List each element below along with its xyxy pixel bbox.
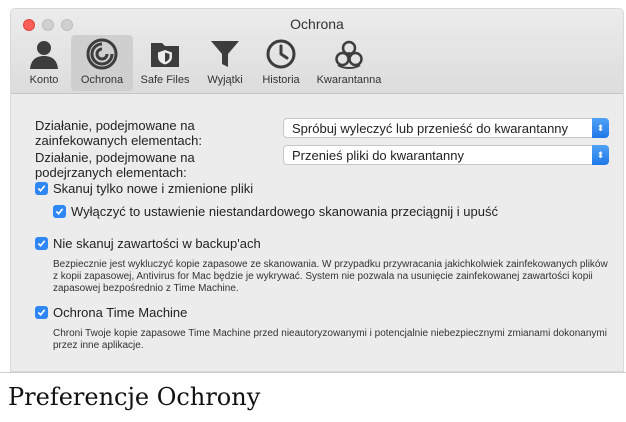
label-line: Działanie, podejmowane na	[35, 118, 195, 133]
infected-action-select[interactable]: Spróbuj wyleczyć lub przenieść do kwaran…	[283, 118, 609, 138]
suspicious-action-label: Działanie, podejmowane na podejrzanych e…	[35, 150, 195, 180]
label-line: podejrzanych elementach:	[35, 165, 187, 180]
figure-caption: Preferencje Ochrony	[8, 383, 261, 411]
tab-historia[interactable]: Historia	[253, 35, 309, 91]
window-title: Ochrona	[290, 16, 344, 32]
chevron-updown-icon: ⬍	[592, 145, 609, 165]
tab-konto[interactable]: Konto	[17, 35, 71, 91]
protection-icon	[86, 38, 118, 70]
tab-label: Safe Files	[140, 74, 190, 86]
select-value: Spróbuj wyleczyć lub przenieść do kwaran…	[292, 121, 569, 136]
chevron-updown-icon: ⬍	[592, 118, 609, 138]
tab-label: Konto	[29, 74, 59, 86]
infected-action-label: Działanie, podejmowane na zainfekowanych…	[35, 118, 202, 148]
safe-files-icon	[151, 43, 179, 67]
checkmark-icon	[35, 237, 48, 250]
user-icon	[30, 41, 58, 69]
checkmark-icon	[35, 182, 48, 195]
select-value: Przenieś pliki do kwarantanny	[292, 148, 464, 163]
clock-icon	[266, 39, 296, 69]
suspicious-action-select[interactable]: Przenieś pliki do kwarantanny ⬍	[283, 145, 609, 165]
label-line: Działanie, podejmowane na	[35, 150, 195, 165]
tab-safe-files[interactable]: Safe Files	[133, 35, 197, 91]
tab-label: Ochrona	[80, 74, 124, 86]
divider	[0, 372, 626, 373]
checkbox-label: Wyłączyć to ustawienie niestandardowego …	[71, 204, 498, 219]
time-machine-description: Chroni Twoje kopie zapasowe Time Machine…	[53, 328, 607, 351]
skip-backups-checkbox[interactable]: Nie skanuj zawartości w backup'ach	[35, 236, 261, 251]
tab-ochrona[interactable]: Ochrona	[71, 35, 133, 91]
tab-kwarantanna[interactable]: Kwarantanna	[309, 35, 389, 91]
checkbox-label: Nie skanuj zawartości w backup'ach	[53, 236, 261, 251]
tab-label: Historia	[262, 74, 300, 86]
checkmark-icon	[53, 205, 66, 218]
checkbox-label: Skanuj tylko nowe i zmienione pliki	[53, 181, 254, 196]
title-bar: Ochrona Konto Ochrona Safe Files Wyjątki…	[11, 9, 623, 94]
skip-backups-description: Bezpiecznie jest wykluczyć kopie zapasow…	[53, 259, 608, 294]
preferences-window: Ochrona Konto Ochrona Safe Files Wyjątki…	[10, 8, 624, 372]
tab-wyjatki[interactable]: Wyjątki	[197, 35, 253, 91]
checkbox-label: Ochrona Time Machine	[53, 305, 188, 320]
funnel-icon	[211, 41, 239, 67]
settings-panel: Działanie, podejmowane na zainfekowanych…	[11, 94, 623, 371]
disable-dragdrop-checkbox[interactable]: Wyłączyć to ustawienie niestandardowego …	[53, 204, 498, 219]
label-line: zainfekowanych elementach:	[35, 133, 202, 148]
checkmark-icon	[35, 306, 48, 319]
biohazard-icon	[335, 40, 363, 69]
scan-new-only-checkbox[interactable]: Skanuj tylko nowe i zmienione pliki	[35, 181, 253, 196]
tab-label: Kwarantanna	[316, 74, 382, 86]
tab-label: Wyjątki	[207, 74, 243, 86]
preferences-toolbar: Konto Ochrona Safe Files Wyjątki Histori…	[17, 35, 389, 91]
time-machine-checkbox[interactable]: Ochrona Time Machine	[35, 305, 187, 320]
